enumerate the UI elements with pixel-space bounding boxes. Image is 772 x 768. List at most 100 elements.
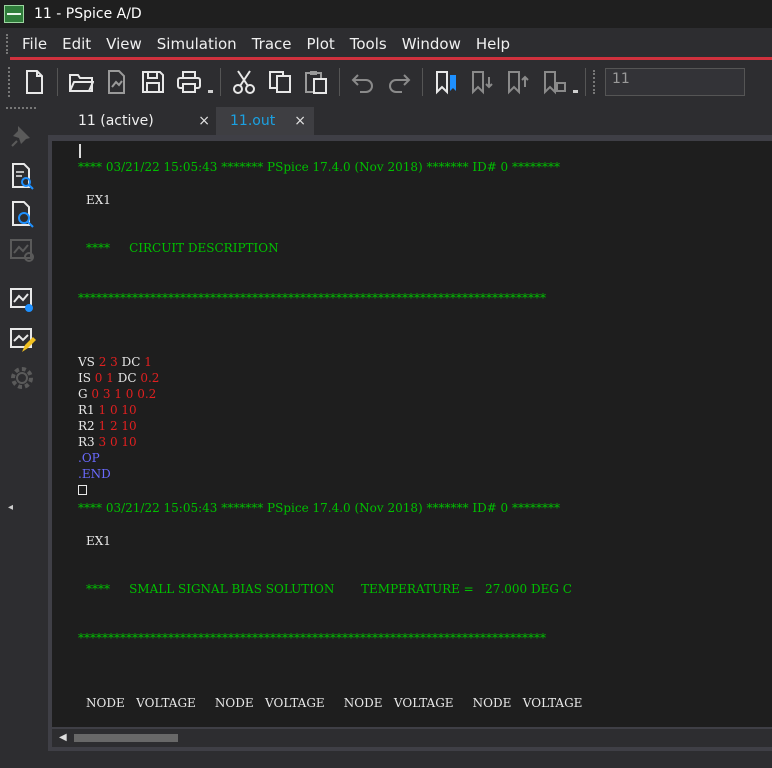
menu-window[interactable]: Window (396, 31, 470, 57)
netlist-line: IS 0 1 DC 0.2 (78, 371, 160, 385)
separator-stars-line: ****************************************… (78, 291, 546, 305)
view-netlist-button[interactable] (6, 160, 38, 192)
netlist-line: R2 1 2 10 (78, 419, 137, 433)
bookmark-next-button[interactable] (467, 66, 497, 98)
paste-icon (305, 71, 327, 94)
print-button[interactable] (174, 66, 204, 98)
bookmark-toggle-button[interactable] (431, 66, 461, 98)
menu-grip[interactable] (6, 34, 10, 54)
end-marker-line (78, 482, 87, 498)
pin-button[interactable] (6, 120, 38, 152)
node-voltage-header: NODE VOLTAGE NODE VOLTAGE NODE VOLTAGE N… (86, 696, 583, 710)
left-toolbar: ◂ (0, 104, 44, 768)
undo-icon (351, 74, 373, 93)
close-icon[interactable]: × (198, 113, 210, 129)
toolbar-separator (585, 68, 586, 96)
bias-solution-heading: **** SMALL SIGNAL BIAS SOLUTION TEMPERAT… (86, 582, 572, 596)
bookmark-dropdown[interactable] (572, 66, 580, 98)
toolbar-grip-2[interactable] (593, 70, 597, 94)
menu-edit[interactable]: Edit (56, 31, 100, 57)
toolbar-separator (422, 68, 423, 96)
end-directive-line: .END (78, 467, 111, 481)
menu-help[interactable]: Help (470, 31, 519, 57)
netlist-line: R3 3 0 10 (78, 435, 137, 449)
view-output-icon (12, 201, 34, 228)
menu-bar: File Edit View Simulation Trace Plot Too… (0, 31, 772, 57)
menu-tools[interactable]: Tools (344, 31, 396, 57)
redo-button[interactable] (384, 66, 414, 98)
circuit-description-heading: **** CIRCUIT DESCRIPTION (86, 241, 279, 255)
bookmark-clear-button[interactable] (539, 66, 569, 98)
window-title: 11 - PSpice A/D (34, 6, 142, 22)
pin-icon (11, 126, 30, 147)
menu-simulation[interactable]: Simulation (151, 31, 246, 57)
menu-accent-line (10, 57, 772, 60)
bookmark-next-icon (472, 71, 493, 95)
bottom-strip (44, 751, 772, 768)
netlist-line: G 0 3 1 0 0.2 (78, 387, 157, 401)
output-editor[interactable]: **** 03/21/22 15:05:43 ******* PSpice 17… (52, 141, 772, 727)
simulation-settings-icon (10, 288, 33, 312)
new-file-button[interactable] (19, 66, 49, 98)
document-tabs: 11 (active) × 11.out × (44, 107, 772, 135)
bookmark-toggle-icon (436, 71, 456, 95)
open-folder-icon (69, 74, 94, 92)
simulation-settings-button[interactable] (6, 284, 38, 316)
new-profile-button[interactable] (102, 66, 132, 98)
scroll-left-arrow-icon[interactable]: ◀ (59, 732, 67, 743)
menu-plot[interactable]: Plot (300, 31, 343, 57)
view-simulation-icon (10, 239, 34, 262)
bookmark-prev-icon (508, 71, 529, 95)
text-caret (79, 144, 81, 158)
tab-label: 11 (active) (78, 113, 154, 129)
menu-file[interactable]: File (16, 31, 56, 57)
toolbar-grip[interactable] (8, 67, 12, 97)
menu-view[interactable]: View (100, 31, 151, 57)
left-toolbar-more-arrow[interactable]: ◂ (8, 502, 13, 513)
output-title-line: EX1 (86, 193, 111, 207)
open-button[interactable] (66, 66, 96, 98)
close-icon[interactable]: × (294, 113, 306, 129)
scrollbar-thumb[interactable] (74, 734, 178, 742)
output-header-line: **** 03/21/22 15:05:43 ******* PSpice 17… (78, 160, 561, 174)
output-title-line: EX1 (86, 534, 111, 548)
edit-profile-button[interactable] (6, 324, 38, 356)
op-directive-line: .OP (78, 451, 100, 465)
tab-11-active[interactable]: 11 (active) × (64, 107, 216, 135)
new-profile-icon (108, 70, 125, 94)
output-header-line: **** 03/21/22 15:05:43 ******* PSpice 17… (78, 501, 561, 515)
print-icon (177, 71, 201, 93)
gear-button[interactable] (6, 362, 38, 394)
profile-combo[interactable]: 11 (605, 68, 745, 96)
menu-trace[interactable]: Trace (246, 31, 301, 57)
view-netlist-icon (12, 163, 34, 190)
tab-11-out[interactable]: 11.out × (216, 107, 314, 135)
view-simulation-button[interactable] (6, 234, 38, 266)
copy-button[interactable] (265, 66, 295, 98)
save-icon (142, 71, 164, 93)
tab-label: 11.out (230, 113, 276, 129)
main-toolbar: 11 (0, 62, 772, 102)
toolbar-separator (339, 68, 340, 96)
horizontal-scrollbar[interactable]: ◀ (52, 729, 772, 747)
cut-button[interactable] (229, 66, 259, 98)
view-output-button[interactable] (6, 198, 38, 230)
cut-icon (233, 70, 255, 94)
netlist-line: R1 1 0 10 (78, 403, 137, 417)
undo-button[interactable] (348, 66, 378, 98)
bookmark-prev-button[interactable] (503, 66, 533, 98)
left-toolbar-grip[interactable] (6, 107, 36, 112)
netlist-line: VS 2 3 DC 1 (78, 355, 152, 369)
new-file-icon (26, 70, 43, 94)
title-bar: 11 - PSpice A/D (0, 0, 772, 28)
redo-icon (389, 74, 411, 93)
gear-icon (11, 367, 33, 389)
print-dropdown[interactable] (207, 66, 215, 98)
paste-button[interactable] (301, 66, 331, 98)
save-button[interactable] (138, 66, 168, 98)
edit-profile-icon (10, 328, 36, 352)
pspice-app-icon (4, 5, 24, 23)
toolbar-separator (220, 68, 221, 96)
square-glyph-icon (78, 485, 87, 495)
separator-stars-line: ****************************************… (78, 631, 546, 645)
